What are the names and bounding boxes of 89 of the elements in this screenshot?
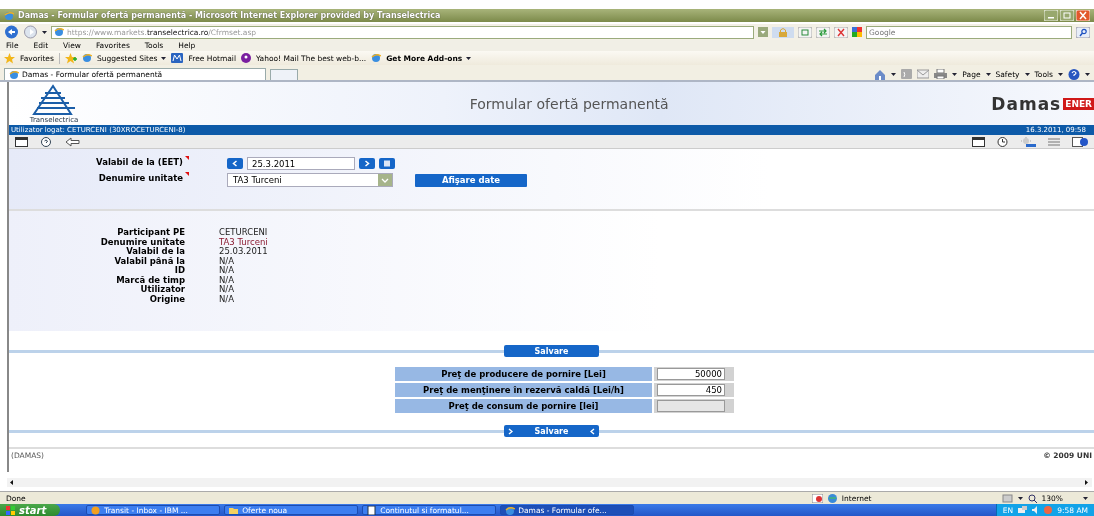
page-title: Formular ofertă permanentă xyxy=(468,95,670,112)
star-icon[interactable] xyxy=(4,52,15,64)
chevron-right-icon xyxy=(507,427,513,435)
next-button[interactable] xyxy=(359,158,375,169)
caret-icon[interactable] xyxy=(891,71,897,77)
help-icon[interactable] xyxy=(40,136,53,147)
browser-icon xyxy=(9,69,19,80)
window-icon[interactable] xyxy=(15,136,28,147)
caret-icon[interactable] xyxy=(985,71,991,77)
minimize-icon[interactable] xyxy=(1044,10,1058,21)
start-button[interactable]: start xyxy=(0,504,61,516)
info-label: Utilizator xyxy=(139,285,185,295)
price-label: Preţ de consum de pornire [lei] xyxy=(395,399,652,413)
mail-icon[interactable] xyxy=(917,69,930,79)
windows-flag-icon xyxy=(6,505,15,515)
save-button[interactable]: Salvare xyxy=(504,345,599,357)
field-label: Valabil de la (EET) xyxy=(96,157,183,167)
info-label: Participant PE xyxy=(116,228,185,238)
dropdown-icon[interactable] xyxy=(758,27,768,37)
field-label: Denumire unitate xyxy=(98,173,183,183)
info-value: N/A xyxy=(219,256,236,266)
caret-icon[interactable] xyxy=(466,55,472,61)
stop-icon[interactable] xyxy=(834,26,848,38)
volume-icon[interactable] xyxy=(1032,506,1040,514)
info-value: N/A xyxy=(219,294,236,304)
info-label: Valabil de la xyxy=(125,247,185,257)
close-icon[interactable] xyxy=(1076,10,1090,21)
price-label: Preţ de producere de pornire [Lei] xyxy=(395,367,652,381)
network-icon[interactable] xyxy=(1018,506,1028,514)
window-icon[interactable] xyxy=(972,136,985,147)
date-field[interactable]: 25.3.2011 xyxy=(247,157,355,170)
page-icon xyxy=(54,27,64,37)
compatibility-icon[interactable] xyxy=(798,26,812,38)
unit-select[interactable]: TA3 Turceni xyxy=(227,173,393,187)
previous-button[interactable] xyxy=(227,158,243,169)
clock-icon[interactable] xyxy=(997,136,1008,147)
back-arrow-icon[interactable] xyxy=(65,136,80,147)
window-title: Damas - Formular ofertă permanentă - Microsoft Internet Explorer provided by Transelectrica xyxy=(18,11,442,20)
info-label: Valabil până la xyxy=(113,256,185,266)
caret-icon[interactable] xyxy=(1085,71,1090,77)
brand-suffix: ENER xyxy=(1063,97,1094,110)
info-label: Denumire unitate xyxy=(99,237,185,247)
caret-icon[interactable] xyxy=(1017,495,1023,501)
caret-icon[interactable] xyxy=(1024,71,1030,77)
browser-icon xyxy=(371,53,382,63)
browser-icon xyxy=(505,505,516,515)
price-field[interactable]: 450 xyxy=(657,384,725,396)
add-favorite-icon[interactable] xyxy=(64,52,77,64)
browser-icon xyxy=(81,53,92,63)
printer-icon[interactable] xyxy=(934,69,948,79)
info-value: CETURCENI xyxy=(219,228,269,238)
info-value: N/A xyxy=(219,285,236,295)
info-label: ID xyxy=(173,266,185,276)
info-value: TA3 Turceni xyxy=(219,237,269,247)
info-label: Marcă de timp xyxy=(115,275,185,285)
info-value: N/A xyxy=(219,266,236,276)
notes-icon xyxy=(91,505,102,515)
calendar-icon[interactable] xyxy=(379,158,395,169)
brand-name: Damas xyxy=(991,93,1062,114)
chevron-left-icon xyxy=(590,427,596,435)
caret-icon[interactable] xyxy=(42,29,47,35)
show-data-button[interactable]: Afişare date xyxy=(415,173,527,187)
mail-icon xyxy=(171,53,184,63)
logo-icon xyxy=(31,83,77,116)
blocked-icon xyxy=(811,493,823,503)
zoom-icon xyxy=(1027,493,1037,503)
caret-icon[interactable] xyxy=(1083,495,1088,501)
info-label: Origine xyxy=(148,294,185,304)
dropdown-icon xyxy=(378,174,392,186)
home-icon[interactable] xyxy=(874,68,887,80)
info-icon[interactable] xyxy=(1072,136,1088,147)
globe-icon xyxy=(827,493,837,503)
search-icon[interactable] xyxy=(1076,26,1090,38)
caret-icon[interactable] xyxy=(1058,71,1063,77)
help-icon[interactable] xyxy=(1068,68,1080,80)
info-value: 25.03.2011 xyxy=(219,247,269,257)
caret-icon[interactable] xyxy=(952,71,958,77)
back-icon[interactable] xyxy=(4,25,19,39)
price-field[interactable]: 50000 xyxy=(657,368,725,380)
caret-icon[interactable] xyxy=(161,55,167,61)
refresh-icon[interactable] xyxy=(816,26,830,38)
price-label: Preţ de menţinere în rezervă caldă [Lei/h] xyxy=(395,383,652,397)
horizontal-scrollbar[interactable] xyxy=(7,478,1092,487)
search-provider-icon xyxy=(852,27,862,37)
lock-icon xyxy=(772,26,794,38)
browser-icon xyxy=(4,10,14,21)
info-value: N/A xyxy=(219,275,236,285)
save-button[interactable]: Salvare xyxy=(504,425,599,437)
yahoo-icon xyxy=(241,53,251,63)
